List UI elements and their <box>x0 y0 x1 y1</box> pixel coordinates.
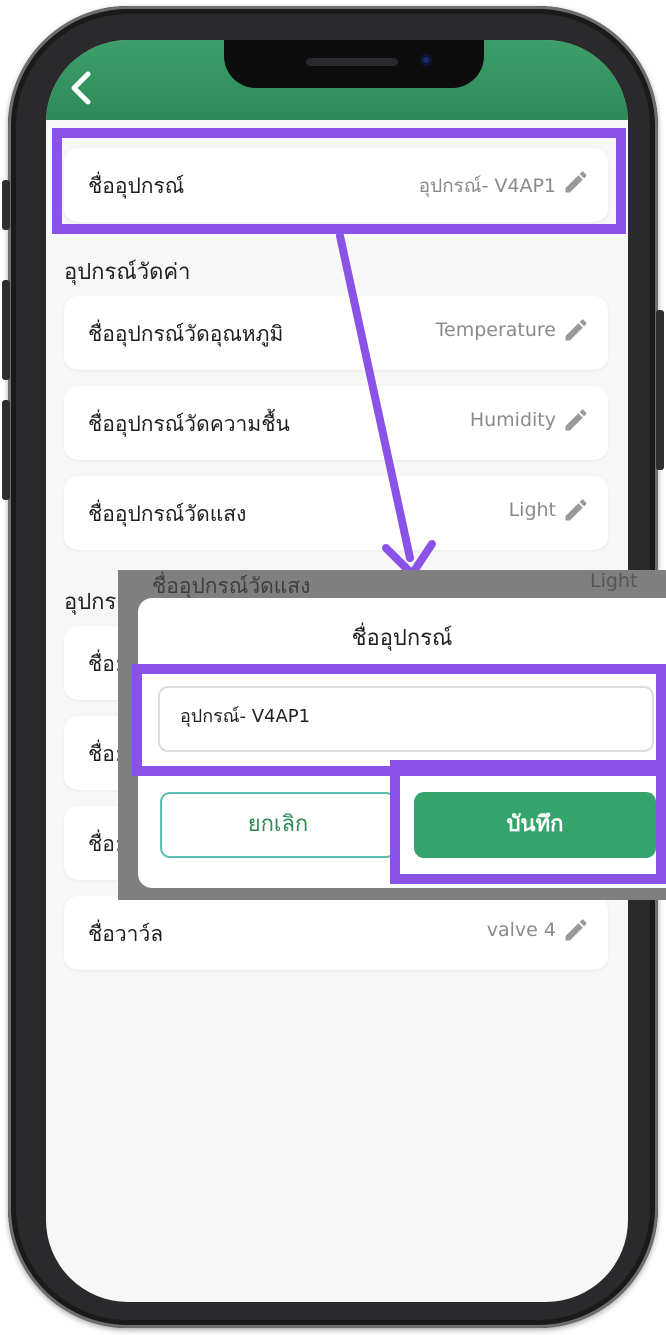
valve-row[interactable]: ชื่อวาว์ล valve 4 <box>64 896 608 970</box>
highlight-box-device-name <box>52 128 626 234</box>
row-label: ชื่อ: <box>88 652 122 676</box>
row-label: ชื่อ: <box>88 832 122 856</box>
volume-down-button <box>2 400 10 500</box>
row-value: valve 4 <box>486 919 556 941</box>
row-label: ชื่ออุปกรณ์วัดอุณหภูมิ <box>88 322 284 346</box>
sensor-row-temperature[interactable]: ชื่ออุปกรณ์วัดอุณหภูมิ Temperature <box>64 296 608 370</box>
ghost-row-value: Light <box>590 570 638 592</box>
row-value: Light <box>508 499 556 521</box>
front-camera <box>420 54 432 66</box>
dialog-title: ชื่ออุปกรณ์ <box>351 626 453 651</box>
row-value: Humidity <box>469 409 556 431</box>
pencil-icon[interactable] <box>562 316 590 344</box>
pencil-icon[interactable] <box>562 496 590 524</box>
cancel-button[interactable]: ยกเลิก <box>160 792 396 858</box>
section-title-devices: อุปกร <box>64 590 117 615</box>
row-label: ชื่ออุปกรณ์วัดแสง <box>88 502 247 526</box>
speaker-grille <box>306 58 398 66</box>
row-value: Temperature <box>435 319 556 341</box>
pencil-icon[interactable] <box>562 916 590 944</box>
sensor-row-humidity[interactable]: ชื่ออุปกรณ์วัดความชื้น Humidity <box>64 386 608 460</box>
notch <box>224 40 484 88</box>
highlight-box-save <box>390 760 666 884</box>
back-button[interactable] <box>66 68 106 108</box>
power-button <box>656 310 664 470</box>
volume-up-button <box>2 280 10 380</box>
row-label: ชื่อวาว์ล <box>88 922 164 946</box>
chevron-left-icon <box>71 71 91 105</box>
pencil-icon[interactable] <box>562 406 590 434</box>
sensor-row-light[interactable]: ชื่ออุปกรณ์วัดแสง Light <box>64 476 608 550</box>
section-title-sensors: อุปกรณ์วัดค่า <box>64 260 191 285</box>
row-label: ชื่อ: <box>88 742 122 766</box>
row-label: ชื่ออุปกรณ์วัดความชื้น <box>88 412 290 436</box>
mute-switch <box>2 180 10 230</box>
